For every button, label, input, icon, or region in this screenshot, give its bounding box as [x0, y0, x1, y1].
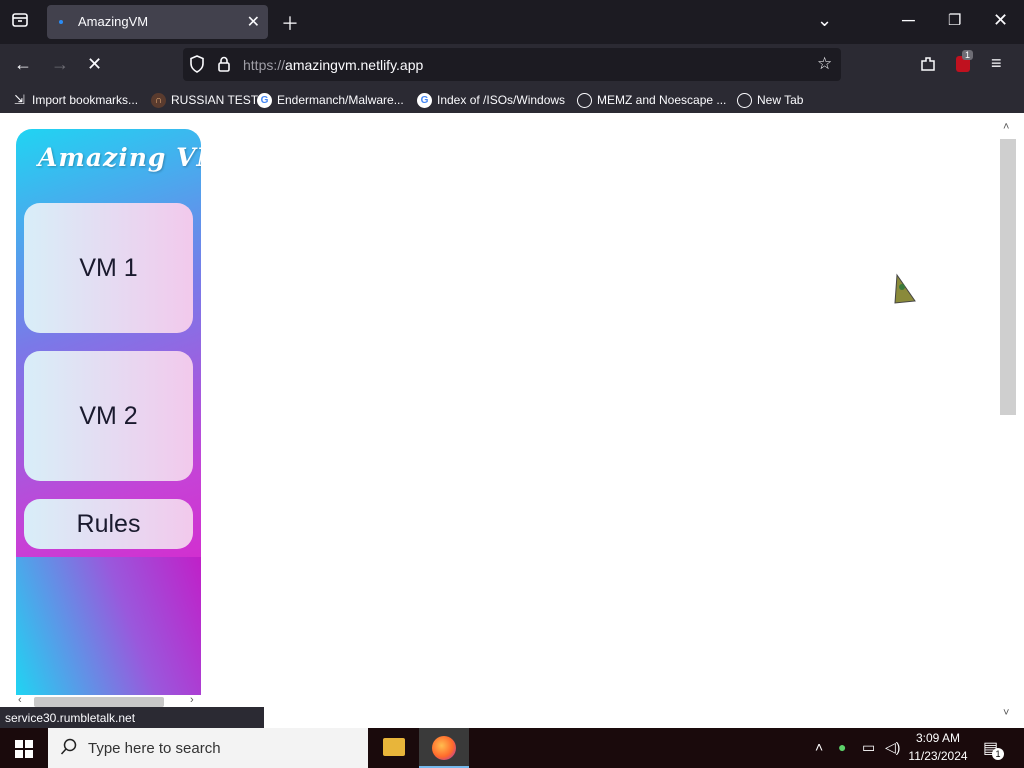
sidebar-footer	[16, 557, 201, 695]
window-close-icon[interactable]: ✕	[993, 10, 1008, 31]
back-icon[interactable]: ←	[14, 54, 32, 75]
new-tab-icon[interactable]: ＋	[281, 10, 299, 36]
bookmarks-bar: ⇲ Import bookmarks... ∩ RUSSIAN TEST G E…	[0, 86, 1024, 113]
bookmark-label: Endermanch/Malware...	[277, 93, 404, 107]
taskbar: Type here to search ˄ ● ▭ ◁) 3:09 AM 11/…	[0, 728, 1024, 768]
headphones-icon: ∩	[151, 92, 166, 108]
bookmark-label: RUSSIAN TEST	[171, 93, 259, 107]
url-protocol: https://	[243, 57, 286, 73]
url-bar[interactable]: https://amazingvm.netlify.app ☆	[183, 48, 841, 81]
bookmark-import[interactable]: ⇲ Import bookmarks...	[12, 91, 138, 109]
bookmark-endermanch[interactable]: G Endermanch/Malware...	[257, 91, 404, 109]
nav-bar: ← → ✕ https://amazingvm.netlify.app ☆ 1 …	[0, 44, 1024, 86]
clock-date[interactable]: 11/23/2024	[906, 749, 970, 763]
notification-badge: 1	[992, 748, 1004, 760]
tab-amazingvm[interactable]: AmazingVM ✕	[47, 5, 268, 39]
lock-icon[interactable]	[217, 55, 231, 78]
vm-sidebar: Amazing VM VM 1 VM 2 Rules	[16, 129, 201, 695]
file-explorer-icon[interactable]	[383, 738, 405, 756]
taskbar-search[interactable]: Type here to search	[48, 728, 368, 768]
vm-1-button[interactable]: VM 1	[24, 203, 193, 333]
chevron-up-icon[interactable]: ˄	[815, 739, 823, 755]
globe-icon	[577, 92, 592, 108]
bookmark-new-tab[interactable]: New Tab	[737, 91, 803, 109]
loading-icon	[59, 20, 63, 24]
url-host: amazingvm.netlify.app	[285, 57, 424, 73]
chevron-down-icon[interactable]: ⌄	[817, 10, 832, 31]
import-icon: ⇲	[14, 92, 25, 107]
bookmark-label: Index of /ISOs/Windows	[437, 93, 566, 107]
forward-icon[interactable]: →	[51, 54, 69, 75]
scroll-left-icon[interactable]: ‹	[18, 694, 22, 706]
rules-button[interactable]: Rules	[24, 499, 193, 549]
bookmark-russian-test[interactable]: ∩ RUSSIAN TEST	[151, 91, 258, 109]
vertical-scroll-thumb[interactable]	[1000, 139, 1016, 415]
cursor-sprite-icon	[893, 273, 919, 310]
scroll-right-icon[interactable]: ›	[190, 694, 194, 706]
google-icon: G	[417, 92, 432, 108]
firefox-view-icon[interactable]	[11, 11, 29, 34]
shield-icon[interactable]	[189, 55, 205, 78]
extension-badge: 1	[962, 50, 974, 60]
restore-icon[interactable]: ❐	[948, 11, 961, 29]
url-text[interactable]: https://amazingvm.netlify.app	[243, 57, 423, 73]
bookmark-isos[interactable]: G Index of /ISOs/Windows	[417, 91, 565, 109]
globe-icon	[737, 92, 752, 108]
tab-strip: AmazingVM ✕ ＋ ⌄ ─ ❐ ✕	[0, 0, 1024, 44]
tab-title: AmazingVM	[78, 14, 149, 29]
page-content: Amazing VM VM 1 VM 2 Rules ‹ › ˄ ˅ servi…	[0, 113, 1024, 728]
firefox-taskbar-button[interactable]	[419, 728, 469, 768]
vertical-scrollbar[interactable]: ˄ ˅	[1000, 121, 1016, 721]
bookmark-label: New Tab	[757, 93, 804, 107]
horizontal-scroll-thumb[interactable]	[34, 697, 164, 707]
site-logo: Amazing VM	[38, 143, 201, 172]
network-icon[interactable]: ▭	[862, 739, 875, 756]
stop-icon[interactable]: ✕	[87, 54, 102, 75]
google-icon: G	[257, 92, 272, 108]
volume-icon[interactable]: ◁)	[885, 739, 900, 756]
firefox-icon	[432, 736, 456, 760]
scroll-up-icon[interactable]: ˄	[1003, 121, 1009, 133]
vm-2-button[interactable]: VM 2	[24, 351, 193, 481]
status-bar: service30.rumbletalk.net	[0, 707, 264, 728]
windows-start-icon[interactable]	[15, 740, 33, 763]
scroll-down-icon[interactable]: ˅	[1003, 707, 1009, 719]
search-icon	[60, 738, 78, 761]
bookmark-memz[interactable]: MEMZ and Noescape ...	[577, 91, 726, 109]
minimize-icon[interactable]: ─	[902, 10, 915, 31]
extensions-icon[interactable]	[919, 55, 937, 78]
bookmark-label: Import bookmarks...	[32, 93, 139, 107]
clock-time[interactable]: 3:09 AM	[910, 731, 966, 745]
menu-icon[interactable]: ≡	[991, 53, 1002, 74]
user-icon[interactable]: ●	[838, 739, 846, 755]
bookmark-star-icon[interactable]: ☆	[817, 54, 832, 74]
close-icon[interactable]: ✕	[247, 12, 260, 32]
search-placeholder: Type here to search	[88, 740, 221, 757]
bookmark-label: MEMZ and Noescape ...	[597, 93, 727, 107]
